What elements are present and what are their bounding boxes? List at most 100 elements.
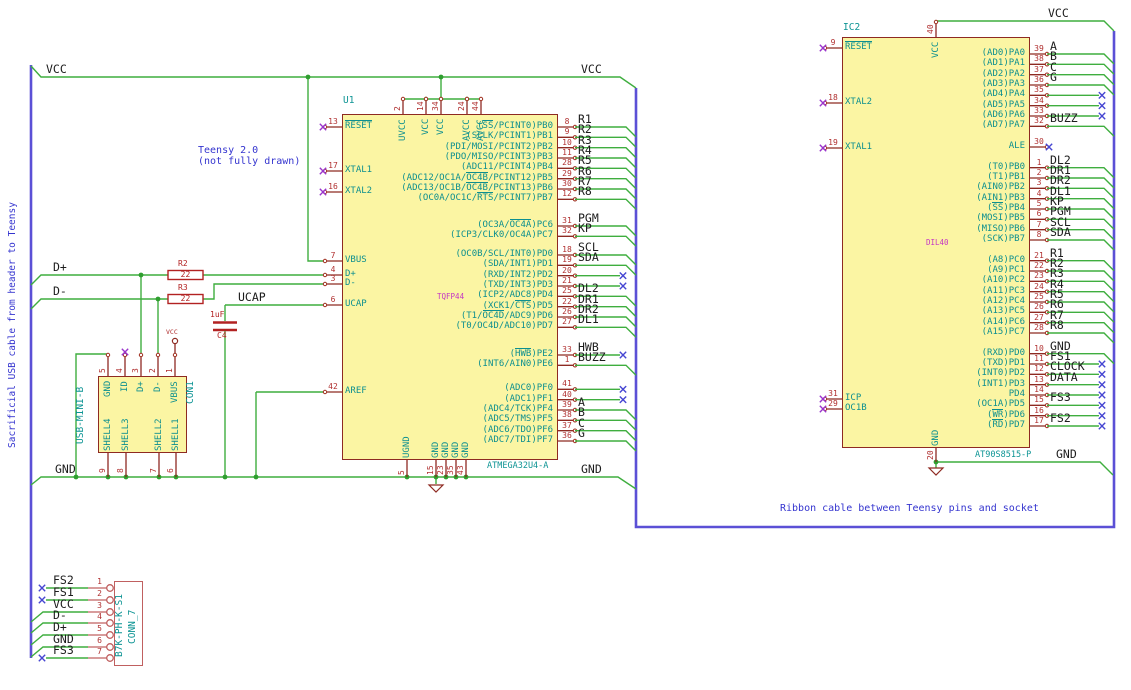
pin-number: 14 <box>1034 385 1044 394</box>
pin-number: 31 <box>562 216 572 225</box>
pin-number: 9 <box>98 468 107 473</box>
pin-number: 4 <box>1036 188 1042 198</box>
net-label: KP <box>578 221 592 236</box>
pin-name: (XCK1/CTS)PD5 <box>482 299 553 311</box>
pin-name: SHELL2 <box>153 418 164 451</box>
pin-number: 37 <box>1034 64 1044 74</box>
pin-number: 17 <box>1034 416 1044 425</box>
pin-name: (TXD)PD1 <box>981 358 1025 368</box>
pin-name: (AD4)PA4 <box>981 89 1025 100</box>
pin-number: 9 <box>564 127 570 137</box>
pin-number: 41 <box>562 379 572 389</box>
pin-number: 42 <box>328 382 338 391</box>
pin-number: 2 <box>1036 168 1042 177</box>
pin-number: 34 <box>1034 95 1044 105</box>
pin-number: 37 <box>562 420 572 430</box>
pin-number: 4 <box>330 265 336 274</box>
pin-name: (MISO)PB6 <box>976 223 1025 234</box>
pin-name: (INT0)PD2 <box>976 368 1025 379</box>
pin-number: 33 <box>1034 106 1044 115</box>
pin-number: 44 <box>471 101 480 111</box>
pin-name: (MOSI)PB5 <box>976 213 1025 224</box>
pin-name: OC1B <box>845 403 867 413</box>
pin-name: (AD7)PA7 <box>981 120 1025 131</box>
pin-number: 30 <box>562 179 572 188</box>
pin-name: (SDA/INT1)PD1 <box>482 259 553 270</box>
component-value: USB-MINI-B <box>75 386 86 444</box>
pin-number: 4 <box>97 612 102 621</box>
pin-name: AVCC <box>461 118 472 141</box>
pin-name: (TXD/INT3)PD3 <box>482 280 553 290</box>
pin-name: (AIN0)PB2 <box>976 182 1025 193</box>
pin-number: 17 <box>328 161 338 170</box>
pin-number: 19 <box>828 138 838 147</box>
net-label: FS2 <box>1050 411 1071 425</box>
net-label: R8 <box>578 184 592 199</box>
pin-number: 7 <box>97 647 102 656</box>
pin-number: 24 <box>457 101 466 111</box>
pin-name: (ADC1)PF1 <box>504 393 553 404</box>
pin-name: (SCK)PB7 <box>981 234 1025 244</box>
pin-number: 36 <box>562 431 572 440</box>
pin-number: 30 <box>1034 137 1044 146</box>
pin-name: GND <box>440 441 451 458</box>
pin-name: UCAP <box>345 299 367 309</box>
pin-number: 32 <box>1034 116 1044 126</box>
pin-number: 9 <box>830 38 836 47</box>
net-label: FS3 <box>53 643 74 657</box>
pin-number: 6 <box>166 468 175 473</box>
gnd-symbol <box>427 484 445 493</box>
pin-number: 3 <box>97 601 102 610</box>
pin-name: GND <box>930 429 941 446</box>
pin-number: 2 <box>148 368 157 373</box>
pin-name: RESET <box>845 41 873 52</box>
pin-name: VBUS <box>345 255 367 265</box>
pin-name: (ADC5/TMS)PF5 <box>482 414 553 425</box>
pin-number: 38 <box>562 410 572 420</box>
pin-number: 26 <box>562 307 572 316</box>
pin-number: 6 <box>330 295 336 304</box>
pin-number: 24 <box>1034 281 1044 291</box>
pin-name: SHELL4 <box>102 418 113 451</box>
pin-name: (ADC7/TDI)PF7 <box>482 435 553 445</box>
pin-name: (HWB)PE2 <box>509 348 553 359</box>
net-label: VCC <box>46 62 67 76</box>
pin-name: (INT6/AIN0)PE6 <box>477 359 553 370</box>
pin-number: 28 <box>562 158 572 168</box>
component-ref: R3 <box>178 283 188 292</box>
net-label: GND <box>55 462 76 476</box>
gnd-symbol <box>927 467 945 476</box>
pin-name: (ADC0)PF0 <box>504 383 553 394</box>
pin-number: 22 <box>562 296 572 306</box>
pin-number: 2 <box>97 589 102 598</box>
net-label: SDA <box>578 250 599 265</box>
pin-number: 33 <box>562 345 572 354</box>
component-ref: U1 <box>343 95 355 106</box>
net-label: DL1 <box>578 312 599 327</box>
net-label: BUZZ <box>578 350 606 365</box>
pin-name: ICP <box>845 393 862 403</box>
pin-number: 40 <box>562 389 572 399</box>
pin-name: (OC1A)PD5 <box>976 399 1025 410</box>
pin-number: 25 <box>562 286 572 296</box>
pin-number: 11 <box>562 148 572 157</box>
pin-number: 2 <box>393 106 402 111</box>
pin-number: 10 <box>562 137 572 147</box>
pin-number: 7 <box>330 251 336 260</box>
component-value: B7K-PH-K-S1 <box>114 594 125 657</box>
pin-name: (RXD)PD0 <box>981 347 1025 358</box>
net-label: SDA <box>1050 225 1071 239</box>
pin-number: 39 <box>1034 44 1044 53</box>
pin-number: 11 <box>1034 354 1044 363</box>
pin-number: 8 <box>564 117 570 126</box>
pin-name: (A9)PC1 <box>987 265 1025 275</box>
pin-name: (AD5)PA5 <box>981 99 1025 110</box>
pin-number: 8 <box>1036 230 1042 239</box>
pin-number: 26 <box>1034 302 1044 312</box>
pin-name: (T1/OC4D/ADC9)PD6 <box>460 310 553 321</box>
pin-number: 29 <box>562 168 572 178</box>
pin-name: (ICP3/CLK0/OC4A)PC7 <box>450 230 553 241</box>
pin-name: (A14)PC6 <box>981 316 1025 327</box>
pin-name: D- <box>152 380 163 392</box>
net-label: DATA <box>1050 369 1078 384</box>
